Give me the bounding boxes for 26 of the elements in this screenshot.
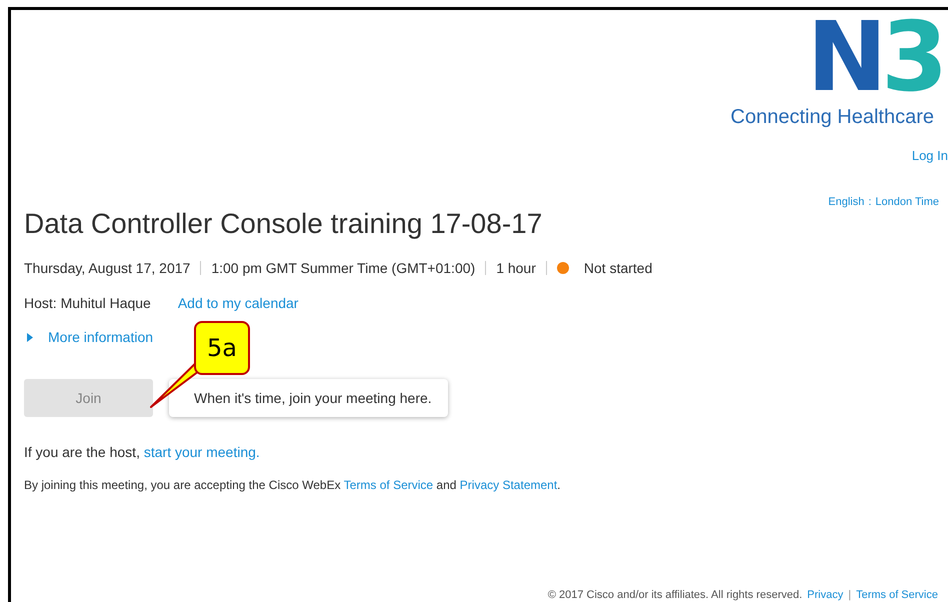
meeting-time: 1:00 pm GMT Summer Time (GMT+01:00) [211, 260, 476, 276]
timezone-link[interactable]: London Time [875, 196, 939, 208]
separator: | [848, 589, 852, 601]
callout-label: 5a [194, 321, 250, 375]
separator: : [868, 196, 872, 208]
privacy-link[interactable]: Privacy [807, 589, 844, 601]
host-instruction: If you are the host, [24, 444, 140, 460]
logo-tagline: Connecting Healthcare [730, 106, 934, 129]
privacy-statement-link[interactable]: Privacy Statement [460, 478, 558, 492]
terms-of-service-link[interactable]: Terms of Service [344, 478, 434, 492]
meeting-date: Thursday, August 17, 2017 [24, 260, 190, 276]
terms-of-service-link[interactable]: Terms of Service [856, 589, 938, 601]
tooltip: When it's time, join your meeting here. [169, 379, 448, 417]
meeting-title: Data Controller Console training 17-08-17 [24, 208, 544, 240]
language-link[interactable]: English [828, 196, 864, 208]
terms-notice: By joining this meeting, you are accepting the Cisco WebEx Terms of Service and Privacy Statement. [24, 478, 562, 492]
start-meeting-link[interactable]: start your meeting. [144, 444, 260, 460]
copyright-text: © 2017 Cisco and/or its affiliates. All rights reserved. [548, 589, 802, 601]
meeting-status: Not started [584, 260, 652, 276]
more-information-link[interactable]: More information [48, 329, 154, 345]
expand-arrow-icon[interactable] [27, 332, 33, 342]
host-name: Host: Muhitul Haque [24, 295, 151, 311]
login-link[interactable]: Log In [912, 148, 948, 163]
meeting-duration: 1 hour [496, 260, 536, 276]
logo: N3 [806, 14, 942, 100]
add-to-calendar-link[interactable]: Add to my calendar [178, 295, 298, 311]
